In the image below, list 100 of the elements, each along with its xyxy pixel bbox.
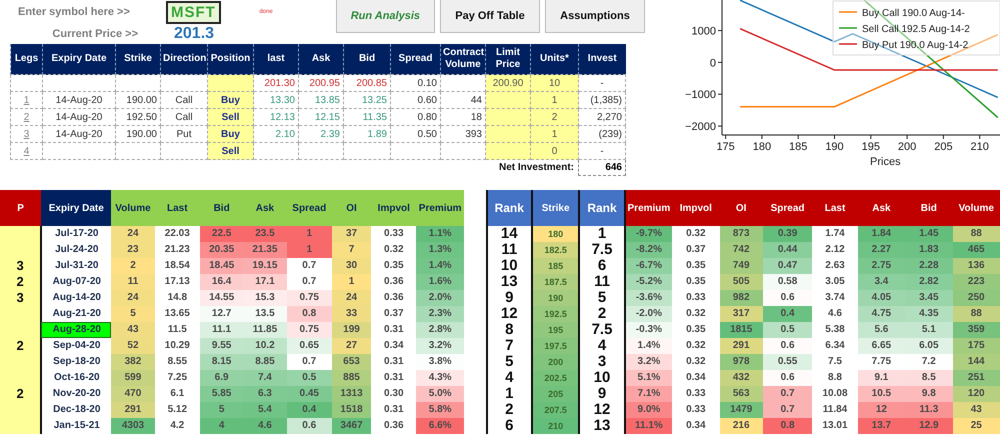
table-cell: 6.1	[154, 386, 200, 402]
table-cell: 0.39	[762, 226, 812, 242]
table-cell[interactable]: Nov-20-20	[41, 386, 112, 402]
table-cell: 5.6	[858, 322, 906, 338]
tick-label: 1000	[692, 26, 716, 38]
column-header: Ask	[243, 190, 287, 226]
table-cell: 0.50	[390, 126, 440, 142]
table-cell: Call	[160, 92, 208, 108]
table-cell: 291	[720, 338, 763, 354]
table-cell: 18.45	[200, 258, 244, 274]
table-cell: 11.5	[154, 322, 200, 338]
table-cell: 1.4%	[624, 338, 672, 354]
table-cell: 5.1	[905, 322, 953, 338]
table-cell: 12	[579, 402, 625, 418]
table-cell: 1.6%	[416, 274, 464, 290]
table-cell: 24	[111, 290, 155, 306]
column-header: P	[0, 190, 42, 226]
table-cell: 6.6%	[416, 418, 464, 434]
leg-link[interactable]: 4	[24, 146, 30, 156]
table-cell[interactable]: Jul-24-20	[41, 242, 112, 258]
table-cell[interactable]: Aug-28-20	[41, 322, 112, 338]
leg-link[interactable]: 1	[24, 94, 30, 106]
table-cell: 88	[952, 226, 1000, 242]
table-cell: 6.9	[200, 370, 244, 386]
table-cell: 1	[486, 386, 532, 402]
leg-link[interactable]: 3	[24, 128, 30, 140]
table-cell: 192.5	[532, 306, 580, 322]
table-cell: 3.8%	[416, 354, 464, 370]
table-cell: 4.75	[858, 306, 906, 322]
column-header: Units*	[530, 44, 578, 74]
table-cell: 5.85	[200, 386, 244, 402]
table-cell: 5.12	[154, 402, 200, 418]
table-cell: (1,385)	[578, 92, 626, 108]
table-cell[interactable]: Aug-14-20	[41, 290, 112, 306]
table-cell: 10.2	[243, 338, 287, 354]
table-cell: 0	[530, 142, 578, 160]
table-cell[interactable]: Sep-04-20	[41, 338, 112, 354]
table-cell: 8.5	[905, 370, 953, 386]
action-button[interactable]: Pay Off Table	[440, 0, 540, 33]
tick-label: 195	[862, 141, 880, 153]
table-cell[interactable]: Dec-18-20	[41, 402, 112, 418]
table-cell[interactable]: Oct-16-20	[41, 370, 112, 386]
column-header: Expiry Date	[42, 44, 116, 74]
table-cell: 16.4	[200, 274, 244, 290]
column-header: Direction	[160, 44, 208, 74]
table-cell: 12	[486, 306, 532, 322]
price-label: Current Price >>	[52, 28, 139, 40]
table-cell: 1518	[332, 402, 372, 418]
table-cell: 1.45	[905, 226, 953, 242]
table-cell: 1.3%	[416, 242, 464, 258]
table-cell: 2	[530, 108, 578, 126]
table-cell: 0.36	[371, 290, 416, 306]
table-cell: 2.8%	[416, 322, 464, 338]
tick-label: −2000	[685, 121, 716, 134]
table-cell: 144	[952, 354, 1000, 370]
table-cell: -9.7%	[624, 226, 672, 242]
table-cell[interactable]: Jan-15-21	[41, 418, 112, 434]
legend-label: Sell Call 192.5 Aug-14-2	[862, 24, 970, 35]
tick-label: 175	[716, 141, 735, 153]
action-button[interactable]: Run Analysis	[336, 0, 435, 33]
table-cell: 250	[952, 290, 1000, 306]
table-cell[interactable]: Jul-17-20	[41, 226, 112, 242]
table-cell: 0.31	[371, 370, 416, 386]
column-header: Spread	[286, 190, 332, 226]
table-cell: 10	[530, 74, 578, 92]
table-cell: 0.60	[390, 92, 440, 108]
table-cell: Call	[160, 108, 208, 126]
table-cell: Buy	[208, 92, 254, 108]
table-cell: 13	[579, 418, 625, 434]
action-button[interactable]: Assumptions	[545, 0, 645, 33]
table-cell: 0.55	[762, 354, 812, 370]
table-cell: 19.15	[243, 258, 287, 274]
table-cell: 0.7	[286, 258, 332, 274]
table-cell: 0.65	[286, 338, 332, 354]
column-header: Last	[154, 190, 200, 226]
column-header: Bid	[200, 190, 244, 226]
table-cell: 0.6	[286, 418, 332, 434]
leg-link[interactable]: 2	[24, 112, 30, 122]
table-cell[interactable]: Sep-18-20	[41, 354, 112, 370]
table-cell: 14-Aug-20	[42, 92, 116, 108]
table-cell: Buy	[208, 126, 254, 142]
table-cell: 0.45	[286, 386, 332, 402]
table-cell: 185	[532, 258, 580, 274]
table-cell: 4.3%	[416, 370, 464, 386]
table-cell[interactable]: Aug-07-20	[41, 274, 112, 290]
tick-label: 210	[970, 141, 989, 153]
symbol-label: Enter symbol here >>	[18, 6, 130, 18]
table-cell: 0.32	[371, 242, 416, 258]
table-cell: 1	[286, 226, 332, 242]
table-cell: 44	[440, 92, 486, 108]
table-cell: 17.1	[243, 274, 287, 290]
net-investment-label: Net Investment:	[498, 162, 574, 173]
table-cell[interactable]: Jul-31-20	[41, 258, 112, 274]
table-cell: 0.7	[286, 354, 332, 370]
tick-label: 0	[710, 57, 716, 70]
table-cell: 14.8	[154, 290, 200, 306]
table-cell: 2	[486, 402, 532, 418]
table-cell: (239)	[578, 126, 626, 142]
table-cell: 465	[952, 242, 1000, 258]
table-cell[interactable]: Aug-21-20	[41, 306, 112, 322]
